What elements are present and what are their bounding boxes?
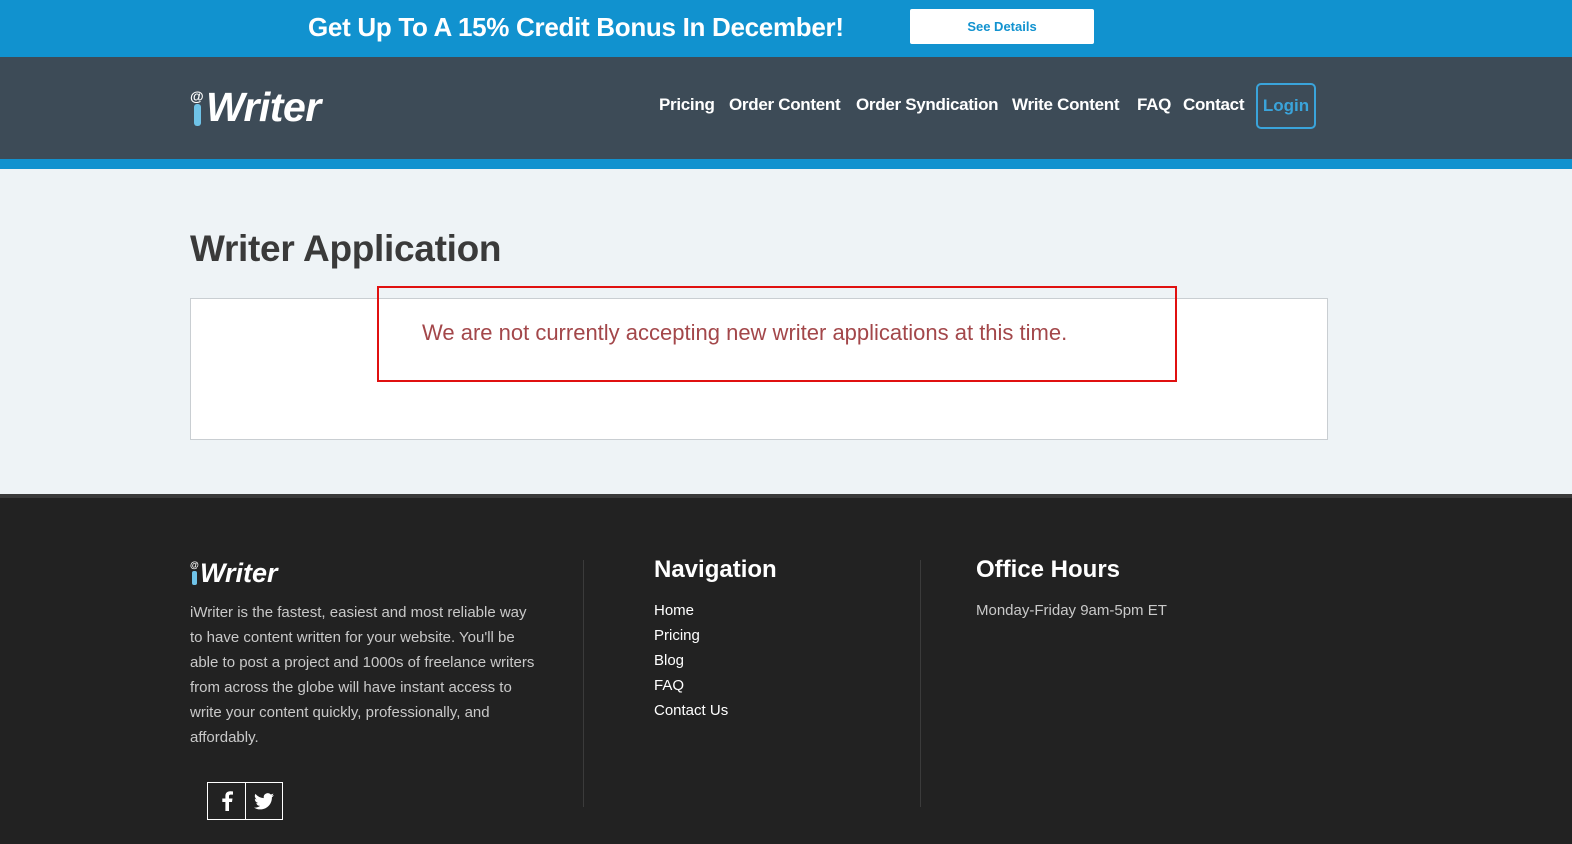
- main-nav: Pricing Order Content Order Syndication …: [0, 95, 1572, 119]
- nav-order-content[interactable]: Order Content: [729, 95, 841, 115]
- social-links: [207, 782, 283, 820]
- facebook-icon: [221, 791, 233, 811]
- promo-text: Get Up To A 15% Credit Bonus In December…: [308, 12, 844, 42]
- twitter-icon: [254, 792, 274, 809]
- page-title: Writer Application: [190, 228, 502, 269]
- footer-link-faq[interactable]: FAQ: [654, 673, 728, 698]
- footer-link-home[interactable]: Home: [654, 598, 728, 623]
- footer-office-hours-heading: Office Hours: [976, 556, 1121, 583]
- promo-banner: Get Up To A 15% Credit Bonus In December…: [0, 0, 1572, 57]
- nav-write-content[interactable]: Write Content: [1012, 95, 1120, 115]
- header-accent-stripe: [0, 159, 1572, 169]
- footer-logo-i-mark: [192, 571, 197, 585]
- footer-divider: [920, 560, 921, 807]
- facebook-button[interactable]: [208, 783, 245, 819]
- nav-pricing[interactable]: Pricing: [659, 95, 715, 115]
- footer-divider: [583, 560, 584, 807]
- see-details-button[interactable]: See Details: [910, 9, 1094, 44]
- footer-link-blog[interactable]: Blog: [654, 648, 728, 673]
- footer-navigation-list: Home Pricing Blog FAQ Contact Us: [654, 598, 728, 723]
- nav-contact[interactable]: Contact: [1183, 95, 1244, 115]
- footer-logo-at-symbol: @: [190, 560, 199, 570]
- nav-order-syndication[interactable]: Order Syndication: [856, 95, 999, 115]
- footer-description: iWriter is the fastest, easiest and most…: [190, 604, 535, 746]
- footer-navigation-heading: Navigation: [654, 556, 777, 583]
- footer-link-contact-us[interactable]: Contact Us: [654, 698, 728, 723]
- application-closed-message: We are not currently accepting new write…: [422, 320, 1068, 345]
- footer-logo-wordmark: Writer: [200, 558, 278, 588]
- office-hours-text: Monday-Friday 9am-5pm ET: [976, 602, 1167, 619]
- twitter-button[interactable]: [245, 783, 282, 819]
- login-button[interactable]: Login: [1256, 83, 1316, 129]
- footer-link-pricing[interactable]: Pricing: [654, 623, 728, 648]
- nav-faq[interactable]: FAQ: [1137, 95, 1171, 115]
